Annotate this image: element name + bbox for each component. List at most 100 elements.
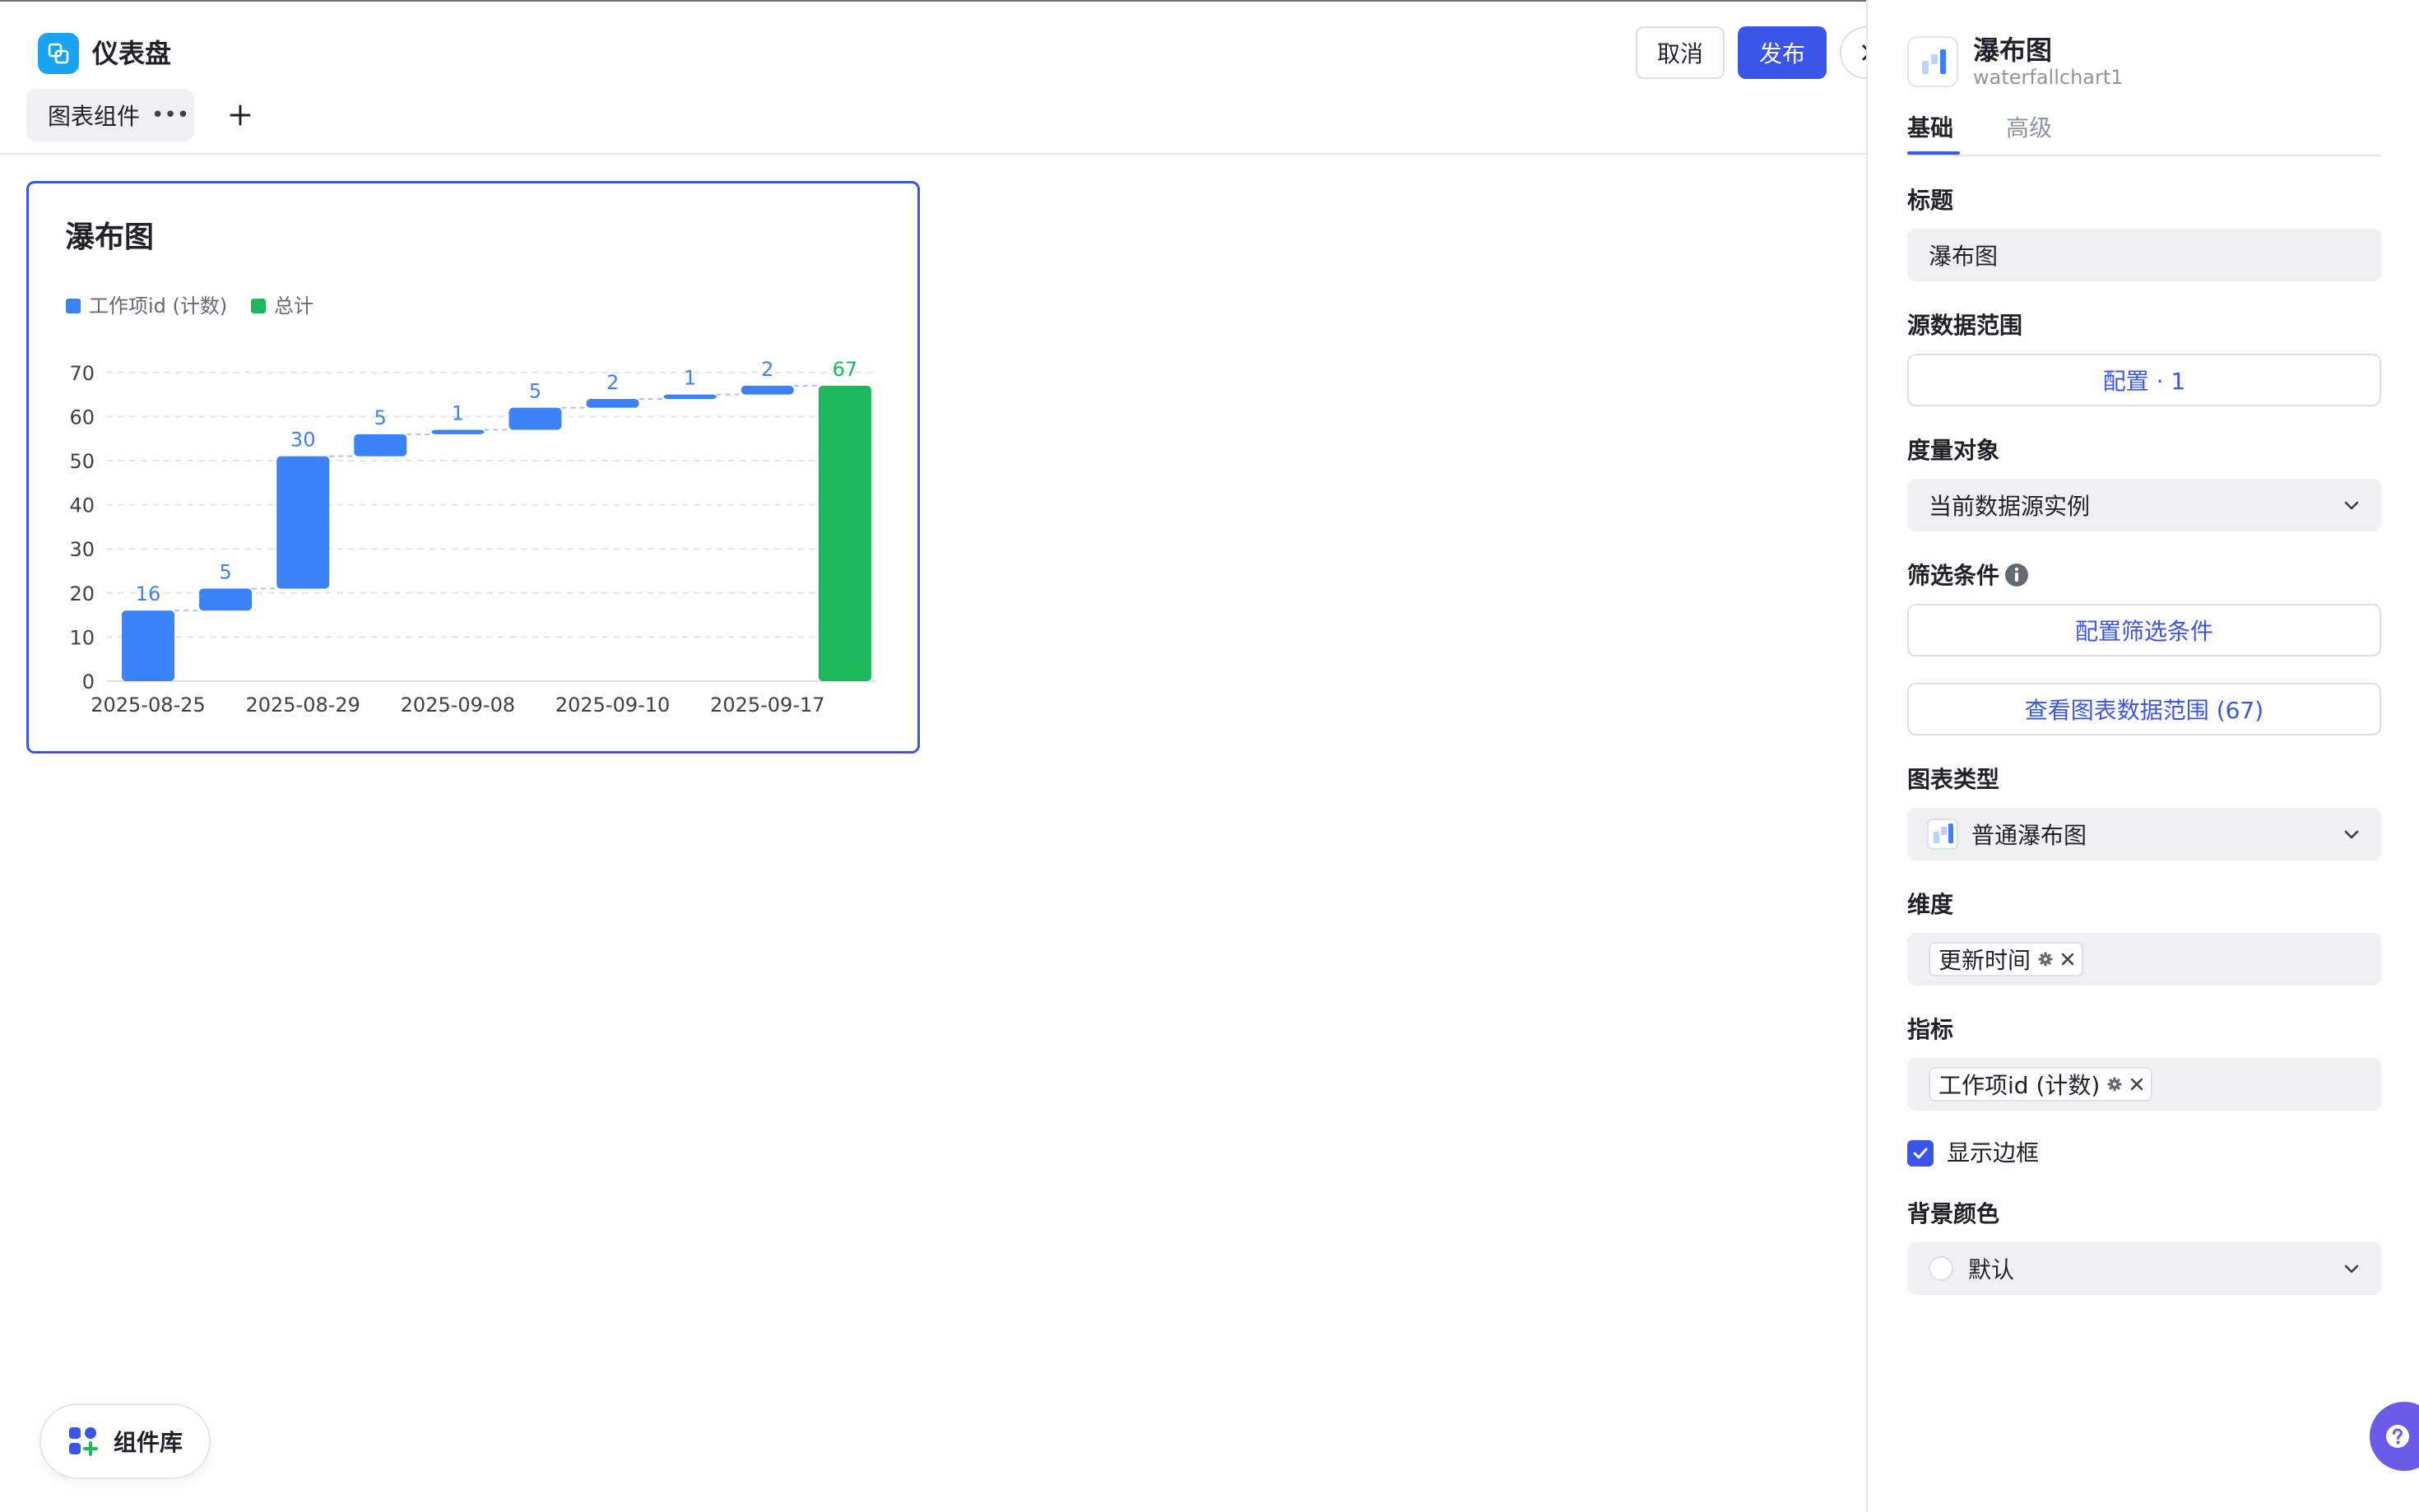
legend-label: 工作项id (计数)	[89, 295, 227, 318]
dimension-label: 维度	[1907, 891, 1954, 918]
total-bar	[818, 385, 871, 681]
dashboard-app-icon	[38, 33, 79, 74]
waterfall-bar	[276, 456, 330, 589]
metric-label: 指标	[1907, 1016, 1954, 1043]
waterfall-bar	[354, 434, 407, 457]
bar-value-label: 16	[136, 582, 161, 605]
bar-value-label: 1	[452, 401, 464, 424]
bar-value-label: 5	[219, 560, 231, 583]
waterfall-type-icon	[1927, 819, 1958, 850]
title-field-label: 标题	[1907, 187, 1954, 214]
info-icon[interactable]	[2004, 563, 2029, 587]
metric-tag-label: 工作项id (计数)	[1938, 1072, 2101, 1099]
chevron-down-icon	[2344, 501, 2359, 510]
component-library-label: 组件库	[114, 1429, 183, 1456]
chevron-down-icon	[2344, 830, 2359, 839]
dimension-tag[interactable]: 更新时间	[1929, 942, 2084, 976]
legend-label: 总计	[274, 295, 313, 318]
bar-value-label: 2	[761, 358, 773, 381]
tab-basic[interactable]: 基础	[1907, 112, 1953, 145]
settings-panel: 瀑布图 waterfallchart1 基础 高级 标题 瀑布图 源数据范围 配…	[1866, 0, 2419, 1512]
gear-icon[interactable]	[2037, 951, 2054, 967]
plus-icon	[230, 104, 251, 126]
question-icon	[2386, 1425, 2409, 1448]
waterfall-bar	[431, 429, 485, 434]
bar-value-label: 30	[290, 429, 316, 452]
waterfall-chart-icon	[1907, 36, 1958, 87]
x-tick-label: 2025-09-17	[710, 693, 824, 717]
component-library-button[interactable]: 组件库	[39, 1403, 211, 1479]
bar-value-label: 5	[529, 380, 541, 403]
panel-title: 瀑布图	[1973, 35, 2053, 66]
tabs-divider	[1907, 155, 2381, 156]
tab-advanced[interactable]: 高级	[2006, 112, 2052, 145]
tab-chart-components[interactable]: 图表组件 •••	[26, 89, 194, 141]
waterfall-bar	[508, 407, 562, 430]
bar-value-label: 1	[684, 367, 696, 390]
y-tick-label: 20	[69, 582, 95, 605]
chart-type-select[interactable]: 普通瀑布图	[1907, 808, 2381, 860]
y-tick-label: 50	[69, 450, 95, 473]
filter-label-text: 筛选条件	[1907, 562, 2000, 589]
bg-color-value: 默认	[1968, 1256, 2015, 1283]
checkmark-icon	[1913, 1148, 1928, 1159]
waterfall-bar	[122, 610, 174, 681]
waterfall-chart-card[interactable]: 瀑布图 工作项id (计数) 总计 0 10 20 30 40 50 60 70 16 5 30 5 1 5 2…	[26, 181, 920, 754]
title-input-value: 瀑布图	[1929, 243, 1999, 270]
publish-button[interactable]: 发布	[1738, 26, 1827, 79]
bar-value-label: 2	[606, 371, 619, 394]
close-icon[interactable]	[2129, 1077, 2144, 1092]
configure-filter-button[interactable]: 配置筛选条件	[1907, 604, 2381, 656]
more-options-icon[interactable]: •••	[151, 104, 189, 126]
y-tick-label: 60	[69, 406, 95, 429]
y-tick-label: 70	[69, 362, 95, 385]
legend-swatch	[251, 299, 266, 313]
widgets-icon	[69, 1427, 98, 1456]
y-tick-label: 40	[69, 494, 95, 517]
bg-color-label: 背景颜色	[1907, 1200, 2000, 1227]
chevron-down-icon	[2344, 1264, 2359, 1273]
close-icon[interactable]	[2060, 952, 2075, 967]
header-divider	[0, 153, 1866, 155]
waterfall-bar	[199, 588, 253, 611]
x-tick-label: 2025-09-10	[555, 693, 670, 717]
page-title: 仪表盘	[92, 38, 172, 69]
dimension-field[interactable]: 更新时间	[1907, 933, 2381, 986]
add-tab-button[interactable]	[221, 94, 260, 137]
bar-value-label: 5	[374, 406, 387, 429]
bg-color-select[interactable]: 默认	[1907, 1242, 2381, 1295]
configure-source-button[interactable]: 配置 · 1	[1907, 354, 2381, 406]
chart-type-label: 图表类型	[1907, 766, 2000, 793]
chart-type-value: 普通瀑布图	[1971, 822, 2087, 849]
color-swatch	[1929, 1256, 1953, 1281]
measure-object-select[interactable]: 当前数据源实例	[1907, 479, 2381, 531]
waterfall-bar	[741, 385, 794, 395]
x-tick-label: 2025-08-25	[91, 693, 205, 717]
metric-field[interactable]: 工作项id (计数)	[1907, 1058, 2381, 1111]
waterfall-chart: 工作项id (计数) 总计 0 10 20 30 40 50 60 70 16 5 30 5 1 5 2 1 2 67…	[66, 295, 876, 717]
title-input[interactable]: 瀑布图	[1907, 229, 2381, 281]
measure-object-label: 度量对象	[1907, 437, 2000, 464]
show-border-checkbox[interactable]	[1907, 1140, 1934, 1166]
measure-object-value: 当前数据源实例	[1929, 493, 2091, 520]
waterfall-bar	[663, 394, 717, 399]
filter-label: 筛选条件	[1907, 559, 1999, 592]
metric-tag[interactable]: 工作项id (计数)	[1929, 1067, 2153, 1102]
x-tick-label: 2025-08-29	[245, 693, 360, 717]
cancel-button[interactable]: 取消	[1636, 26, 1725, 79]
view-chart-data-range-button[interactable]: 查看图表数据范围 (67)	[1907, 683, 2381, 735]
source-range-label: 源数据范围	[1907, 312, 2023, 339]
y-tick-label: 0	[82, 670, 95, 693]
tab-label: 图表组件	[48, 103, 141, 130]
x-tick-label: 2025-09-08	[401, 693, 515, 717]
component-id: waterfallchart1	[1973, 66, 2124, 89]
dimension-tag-label: 更新时间	[1938, 947, 2031, 974]
active-tab-indicator	[1907, 151, 1960, 155]
y-tick-label: 30	[69, 538, 95, 561]
y-tick-label: 10	[69, 626, 95, 649]
show-border-label: 显示边框	[1947, 1139, 2040, 1166]
waterfall-bar	[586, 398, 639, 408]
total-value-label: 67	[833, 358, 858, 381]
gear-icon[interactable]	[2106, 1076, 2123, 1092]
legend-swatch	[66, 299, 81, 313]
